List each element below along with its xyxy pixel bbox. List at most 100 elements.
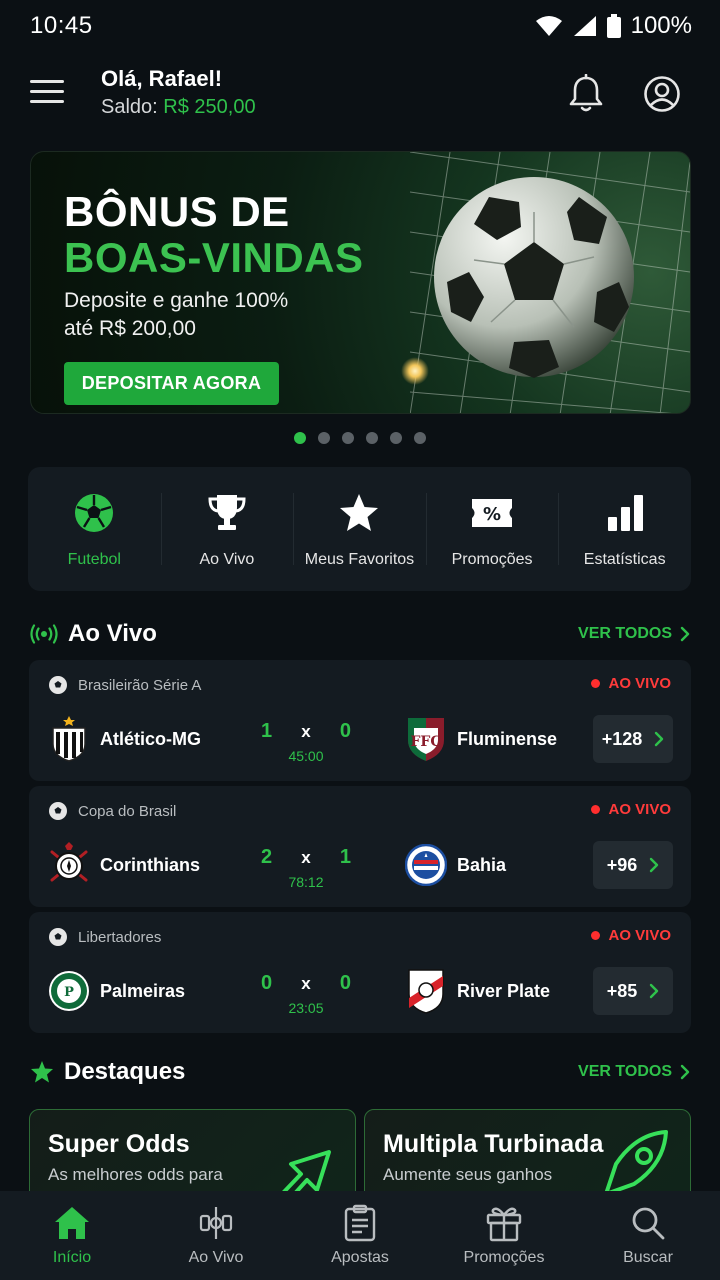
carousel-dot[interactable] [366, 432, 378, 444]
highlight-title: Super Odds [48, 1130, 190, 1158]
menu-icon-bar [30, 90, 64, 93]
chevron-right-icon [680, 626, 690, 642]
category-ao-vivo[interactable]: Ao Vivo [160, 467, 294, 591]
live-match-card[interactable]: Copa do Brasil AO VIVO Corinthians 2 x 1… [29, 786, 691, 907]
svg-text:FFC: FFC [410, 734, 441, 750]
menu-button[interactable] [30, 80, 64, 106]
match-clock: 45:00 [288, 748, 324, 764]
league-info: Libertadores [48, 927, 161, 947]
nav-label: Início [52, 1249, 92, 1266]
corinthians-crest-icon [48, 842, 90, 888]
category-label: Estatísticas [583, 551, 666, 568]
highlights-section-header: Destaques VER TODOS [30, 1054, 690, 1090]
carousel-dot[interactable] [414, 432, 426, 444]
home-team-name: Palmeiras [100, 980, 186, 1001]
bar-chart-icon [603, 491, 647, 535]
soccer-ball-image [434, 177, 634, 378]
away-team-name: Bahia [457, 854, 507, 875]
carousel-dots [294, 432, 426, 444]
more-markets-button[interactable]: +85 [593, 967, 673, 1015]
notifications-button[interactable] [568, 73, 604, 114]
carousel-dot[interactable] [342, 432, 354, 444]
chevron-right-icon [680, 1064, 690, 1080]
coupon-icon: % [470, 491, 514, 535]
away-team-name: River Plate [457, 980, 551, 1001]
category-bar: Futebol Ao Vivo Meus Favoritos % Promoçõ… [28, 467, 691, 591]
live-see-all-link[interactable]: VER TODOS [578, 625, 690, 643]
menu-icon-bar [30, 100, 64, 103]
live-status-label: AO VIVO [608, 675, 671, 692]
nav-apostas[interactable]: Apostas [288, 1191, 432, 1280]
category-estatisticas[interactable]: Estatísticas [558, 467, 691, 591]
live-dot [591, 679, 601, 688]
home-score: 2 [261, 846, 273, 868]
live-match-card[interactable]: Brasileirão Série A AO VIVO Atlético-MG … [29, 660, 691, 781]
carousel-dot[interactable] [318, 432, 330, 444]
nav-promocoes[interactable]: Promoções [432, 1191, 576, 1280]
palmeiras-crest-icon: P [48, 968, 90, 1014]
nav-label: Buscar [623, 1249, 673, 1266]
app-header: Olá, Rafael! Saldo: R$ 250,00 [0, 62, 720, 126]
live-match-card[interactable]: Libertadores AO VIVO P Palmeiras 0 x 0 2… [29, 912, 691, 1033]
highlights-section-title: Destaques [64, 1058, 186, 1085]
category-label: Ao Vivo [199, 551, 255, 568]
light-flare [401, 357, 429, 385]
score-separator: x [301, 847, 311, 867]
promo-banner[interactable]: BÔNUS DE BOAS-VINDAS Deposite e ganhe 10… [30, 151, 691, 414]
chevron-right-icon [650, 857, 659, 873]
nav-ao-vivo[interactable]: Ao Vivo [144, 1191, 288, 1280]
nav-inicio[interactable]: Início [0, 1191, 144, 1280]
scoreboard: 0 x 0 [261, 972, 351, 995]
live-status-label: AO VIVO [608, 801, 671, 818]
highlights-see-all-link[interactable]: VER TODOS [578, 1063, 690, 1081]
status-icons: 100% [535, 12, 692, 40]
score-separator: x [301, 973, 311, 993]
away-score: 0 [339, 972, 351, 994]
search-icon [628, 1203, 668, 1243]
profile-button[interactable] [642, 74, 682, 114]
category-meus-favoritos[interactable]: Meus Favoritos [293, 467, 426, 591]
trophy-icon [205, 491, 249, 535]
carousel-dot[interactable] [294, 432, 306, 444]
category-promocoes[interactable]: % Promoções [425, 467, 559, 591]
star-icon [31, 1061, 53, 1083]
more-markets-button[interactable]: +96 [593, 841, 673, 889]
home-icon [52, 1203, 92, 1243]
match-clock: 78:12 [288, 874, 324, 890]
balance-value: R$ 250,00 [163, 96, 256, 118]
score-separator: x [301, 721, 311, 741]
live-status-label: AO VIVO [608, 927, 671, 944]
league-name: Copa do Brasil [78, 802, 177, 820]
nav-label: Promoções [463, 1249, 545, 1266]
markets-count: +85 [606, 980, 638, 1001]
bottom-navigation: Início Ao Vivo Apostas Promoções Buscar [0, 1191, 720, 1280]
league-name: Libertadores [78, 928, 162, 946]
soccer-ball-icon [49, 802, 67, 820]
more-markets-button[interactable]: +128 [593, 715, 673, 763]
soccer-ball-icon [49, 676, 67, 694]
category-label: Promoções [451, 551, 533, 568]
svg-text:%: % [483, 504, 501, 525]
scoreboard: 2 x 1 [261, 846, 351, 869]
status-bar: 10:45 100% [0, 0, 720, 52]
balance: Saldo: R$ 250,00 [101, 96, 256, 119]
signal-icon [573, 16, 596, 36]
home-score: 0 [261, 972, 273, 994]
live-section-header: Ao Vivo VER TODOS [30, 616, 690, 652]
river-plate-crest-icon [405, 968, 447, 1014]
greeting: Olá, Rafael! [101, 66, 223, 91]
home-team-name: Corinthians [100, 854, 201, 875]
atletico-mg-crest-icon [48, 716, 90, 762]
wifi-icon [535, 16, 562, 36]
star-icon [337, 491, 381, 535]
bell-icon [569, 73, 603, 112]
menu-icon-bar [30, 80, 64, 83]
category-futebol[interactable]: Futebol [28, 467, 161, 591]
banner-title-line2: BOAS-VINDAS [64, 234, 364, 281]
nav-buscar[interactable]: Buscar [576, 1191, 720, 1280]
see-all-label: VER TODOS [578, 625, 672, 642]
live-field-icon [196, 1203, 236, 1243]
away-team: River Plate [405, 964, 550, 1018]
carousel-dot[interactable] [390, 432, 402, 444]
deposit-now-button[interactable]: DEPOSITAR AGORA [64, 362, 279, 405]
